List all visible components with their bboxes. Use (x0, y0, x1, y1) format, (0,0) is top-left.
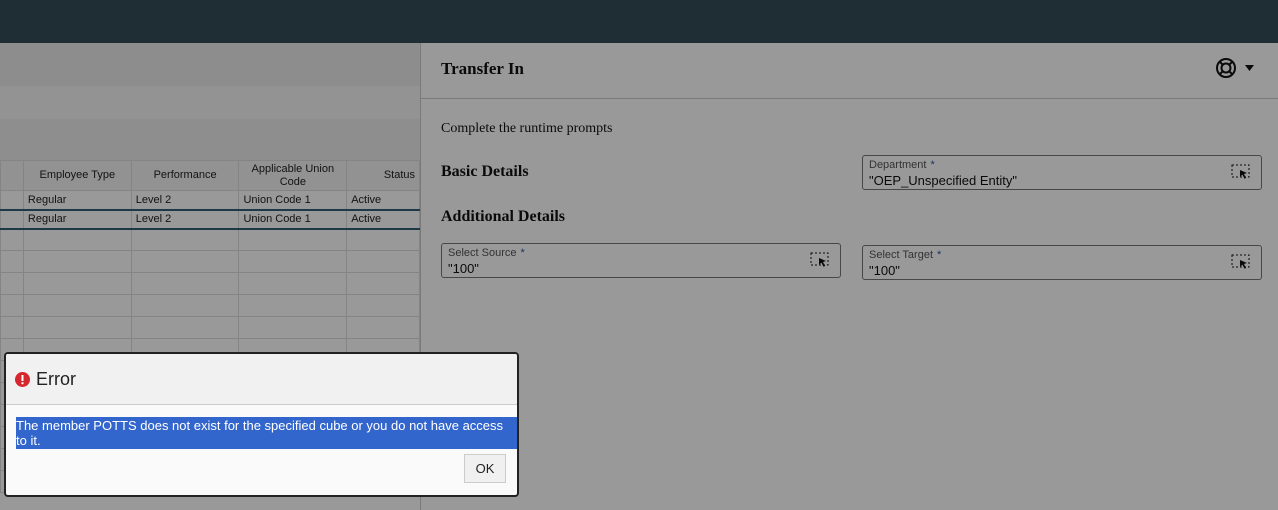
dialog-title: Error (36, 368, 76, 389)
error-icon (15, 371, 30, 387)
error-message: The member POTTS does not exist for the … (16, 417, 517, 449)
error-dialog: Error The member POTTS does not exist fo… (4, 352, 519, 497)
top-bar (0, 0, 1278, 43)
ok-button[interactable]: OK (464, 454, 506, 483)
